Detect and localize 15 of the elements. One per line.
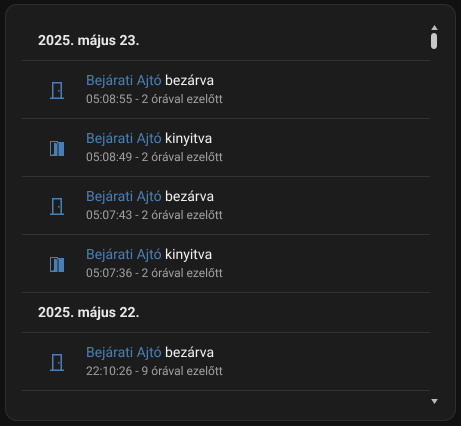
entry-title[interactable]: Bejárati Ajtó bezárva — [86, 345, 223, 361]
date-heading: 2025. május 23. — [22, 5, 430, 61]
scroll-down-icon[interactable] — [430, 399, 438, 404]
scrollbar-thumb[interactable] — [431, 33, 437, 49]
entry-title[interactable]: Bejárati Ajtó kinyitva — [86, 247, 223, 263]
entry-time: 05:07:43 - 2 órával ezelőtt — [86, 208, 223, 222]
date-heading: 2025. május 22. — [22, 293, 430, 333]
entry-time: 05:08:55 - 2 órával ezelőtt — [86, 92, 223, 106]
scroll-up-icon[interactable] — [430, 25, 438, 30]
entry-title[interactable]: Bejárati Ajtó bezárva — [86, 189, 223, 205]
entry-time: 05:08:49 - 2 órával ezelőtt — [86, 150, 223, 164]
entry-time: 22:10:26 - 9 órával ezelőtt — [86, 364, 223, 378]
entry-title[interactable]: Bejárati Ajtó kinyitva — [86, 131, 223, 147]
entry-title[interactable]: Bejárati Ajtó bezárva — [86, 73, 223, 89]
entry-time: 05:07:36 - 2 órával ezelőtt — [86, 266, 223, 280]
